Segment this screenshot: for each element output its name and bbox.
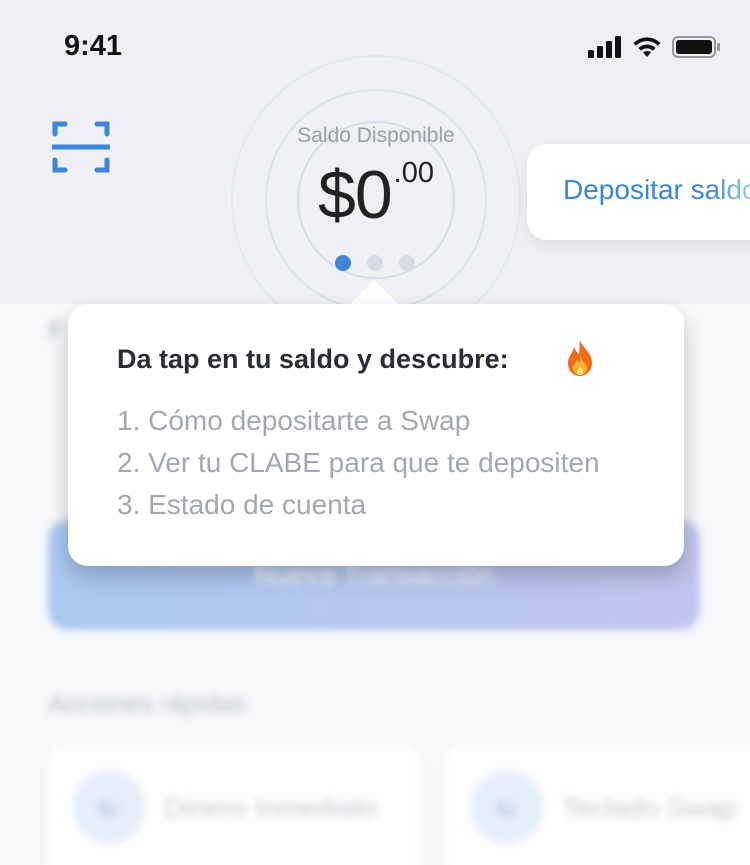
balance-cents: .00 bbox=[393, 157, 434, 189]
quick-action-card[interactable]: ☯ Dinero Inmediato bbox=[48, 744, 420, 865]
tooltip-title: Da tap en tu saldo y descubre: bbox=[117, 344, 509, 374]
status-time: 9:41 bbox=[64, 30, 123, 62]
cellular-signal-icon bbox=[588, 36, 621, 58]
quick-action-label: Teclado Swap bbox=[562, 792, 737, 823]
deposit-card[interactable]: Depositar saldo bbox=[527, 144, 750, 240]
swap-icon: ☯ bbox=[72, 770, 146, 844]
quick-action-card[interactable]: ☯ Teclado Swap bbox=[446, 744, 750, 865]
tooltip-item: 2. Ver tu CLABE para que te depositen bbox=[117, 447, 600, 478]
deposit-card-fade bbox=[707, 144, 750, 240]
carousel-dot[interactable] bbox=[367, 255, 383, 271]
status-icons bbox=[588, 32, 720, 62]
carousel-dot[interactable] bbox=[399, 255, 415, 271]
balance-header: 9:41 Saldo Disponible $0.00 Depositar sa… bbox=[0, 0, 750, 345]
scan-qr-icon[interactable] bbox=[52, 120, 110, 174]
balance-main: $0 bbox=[318, 157, 393, 233]
hidden-section-label: F bbox=[48, 318, 63, 345]
carousel-dots bbox=[335, 255, 415, 271]
balance-amount[interactable]: $0.00 bbox=[256, 156, 496, 234]
quick-actions-title: Acciones rápidas bbox=[48, 688, 246, 718]
onboarding-tooltip[interactable]: Da tap en tu saldo y descubre: 1. Cómo d… bbox=[68, 304, 684, 566]
wifi-icon bbox=[633, 37, 661, 57]
quick-action-label: Dinero Inmediato bbox=[164, 792, 378, 823]
balance-label: Saldo Disponible bbox=[297, 124, 455, 147]
tooltip-list: 1. Cómo depositarte a Swap 2. Ver tu CLA… bbox=[117, 400, 600, 526]
swap-icon: ☯ bbox=[470, 770, 544, 844]
tooltip-item: 1. Cómo depositarte a Swap bbox=[117, 405, 471, 436]
tooltip-arrow bbox=[348, 280, 400, 306]
fire-icon bbox=[568, 340, 592, 376]
tooltip-item: 3. Estado de cuenta bbox=[117, 489, 367, 520]
battery-icon bbox=[672, 36, 720, 58]
carousel-dot-active[interactable] bbox=[335, 255, 351, 271]
